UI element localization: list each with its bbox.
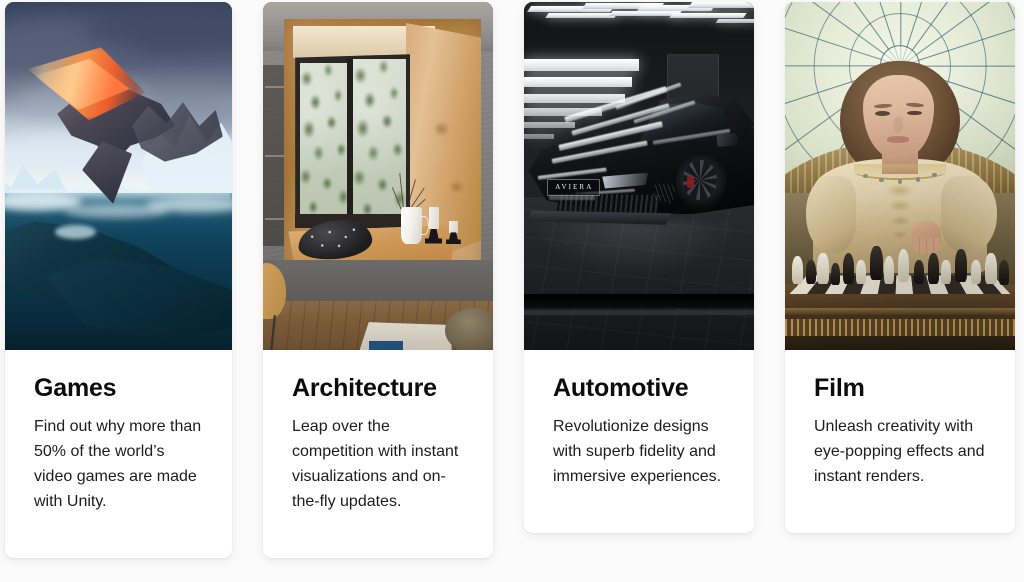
chess-piece bbox=[927, 252, 940, 284]
card-description: Revolutionize designs with superb fideli… bbox=[553, 417, 722, 485]
window-mullion bbox=[346, 59, 353, 223]
games-scene bbox=[5, 2, 232, 350]
white-pitcher bbox=[401, 207, 422, 244]
badge-underline bbox=[549, 195, 596, 200]
wall-light-strip bbox=[524, 76, 633, 88]
ivy-foliage bbox=[299, 62, 349, 216]
chess-piece bbox=[998, 259, 1010, 286]
water-highlight bbox=[54, 224, 96, 239]
card-text-automotive: Automotive Revolutionize designs with su… bbox=[524, 350, 754, 533]
chess-piece bbox=[883, 256, 895, 284]
chess-piece bbox=[913, 259, 924, 284]
car-brand-badge: AVIERA bbox=[547, 179, 600, 197]
eye bbox=[874, 111, 890, 117]
brake-caliper bbox=[687, 176, 695, 188]
category-card-grid: Games Find out why more than 50% of the … bbox=[0, 0, 1024, 558]
card-image-games bbox=[5, 2, 232, 350]
card-description: Find out why more than 50% of the world’… bbox=[34, 417, 202, 510]
card-image-architecture bbox=[263, 2, 493, 350]
cloud-shape bbox=[84, 5, 232, 51]
card-title: Games bbox=[34, 374, 117, 402]
floor-dark-strip bbox=[524, 294, 754, 309]
car-brand-badge-label: AVIERA bbox=[555, 183, 594, 192]
film-scene bbox=[785, 2, 1015, 350]
candle-tall bbox=[428, 207, 439, 229]
chess-piece bbox=[985, 252, 997, 284]
chess-piece bbox=[831, 263, 841, 286]
sea-foam bbox=[145, 196, 232, 213]
card-title: Film bbox=[814, 374, 865, 402]
lips bbox=[887, 136, 910, 143]
ceiling-light-bar bbox=[715, 19, 754, 24]
pouf-ottoman bbox=[444, 308, 493, 350]
side-mirror bbox=[716, 133, 739, 148]
wall-light-strip bbox=[524, 93, 626, 103]
card-title: Automotive bbox=[553, 374, 689, 402]
woman-sleeve-right bbox=[941, 176, 997, 253]
chess-piece bbox=[805, 259, 816, 284]
automotive-scene: AVIERA bbox=[524, 2, 754, 350]
woman-sleeve-left bbox=[805, 176, 857, 253]
chess-piece bbox=[971, 259, 982, 284]
chess-piece bbox=[941, 259, 952, 284]
wall-light-strip bbox=[524, 121, 575, 128]
chess-piece bbox=[842, 252, 855, 284]
candle-short bbox=[449, 221, 459, 234]
collar-bead bbox=[863, 173, 868, 179]
wood-knot bbox=[451, 182, 461, 192]
floor-light-strip bbox=[524, 309, 754, 315]
chess-piece bbox=[955, 249, 968, 283]
ceiling-light-bar bbox=[669, 12, 747, 18]
table-carving bbox=[785, 318, 1015, 337]
card-automotive[interactable]: AVIERA Automotive Revolutionize designs … bbox=[524, 2, 754, 533]
card-text-architecture: Architecture Leap over the competition w… bbox=[263, 350, 493, 558]
card-description: Leap over the competition with instant v… bbox=[292, 417, 459, 510]
wall-light-strip bbox=[524, 134, 554, 140]
ceiling-light-bar bbox=[545, 12, 618, 18]
card-image-automotive: AVIERA bbox=[524, 2, 754, 350]
card-title: Architecture bbox=[292, 374, 437, 402]
blue-object bbox=[368, 341, 404, 350]
chess-piece bbox=[870, 245, 883, 281]
card-description: Unleash creativity with eye-popping effe… bbox=[814, 417, 985, 485]
chess-piece bbox=[817, 252, 829, 284]
chess-piece bbox=[791, 256, 804, 284]
card-text-games: Games Find out why more than 50% of the … bbox=[5, 350, 232, 558]
card-architecture[interactable]: Architecture Leap over the competition w… bbox=[263, 2, 493, 558]
architecture-scene bbox=[263, 2, 493, 350]
table-edge bbox=[785, 308, 1015, 316]
collar-bead bbox=[879, 177, 884, 183]
collar-bead bbox=[932, 172, 937, 178]
woman-fingers bbox=[912, 236, 941, 255]
card-image-film bbox=[785, 2, 1015, 350]
card-games[interactable]: Games Find out why more than 50% of the … bbox=[5, 2, 232, 558]
window-pane-left bbox=[299, 62, 349, 216]
card-film[interactable]: Film Unleash creativity with eye-popping… bbox=[785, 2, 1015, 533]
wall-light-strip bbox=[524, 59, 639, 71]
ceiling-light-bar bbox=[687, 2, 754, 9]
card-text-film: Film Unleash creativity with eye-popping… bbox=[785, 350, 1015, 533]
chess-piece bbox=[856, 259, 866, 284]
floor-reflection bbox=[533, 221, 736, 277]
chess-piece bbox=[897, 249, 910, 283]
